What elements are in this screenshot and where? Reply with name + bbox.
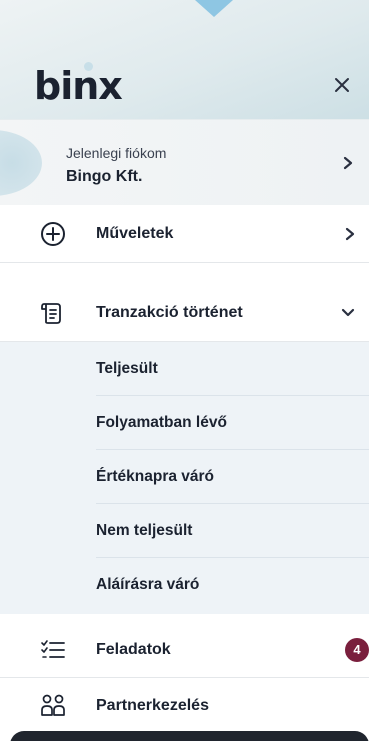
submenu-label: Nem teljesült	[96, 521, 193, 539]
account-name: Bingo Kft.	[66, 168, 143, 185]
menu-label-tranzakcio-tortenet: Tranzakció történet	[96, 303, 243, 321]
account-avatar-arc	[0, 130, 42, 196]
submenu-label: Folyamatban lévő	[96, 413, 227, 431]
chevron-right-icon	[345, 227, 355, 241]
submenu-item-nem-teljesult[interactable]: Nem teljesült	[96, 504, 369, 558]
chevron-right-icon[interactable]	[343, 156, 353, 170]
menu-label-partnerkezeles: Partnerkezelés	[96, 697, 209, 714]
current-account-card[interactable]	[0, 119, 369, 205]
transaction-history-icon	[40, 300, 66, 326]
chevron-down-icon	[341, 308, 355, 318]
submenu-label: Teljesült	[96, 359, 158, 377]
menu-item-tranzakcio-tortenet[interactable]: Tranzakció történet	[0, 284, 369, 342]
transaction-submenu: Teljesült Folyamatban lévő Értéknapra vá…	[0, 342, 369, 614]
task-count-badge: 4	[345, 637, 369, 662]
navigation-drawer: binx Jelenlegi fiókom Bingo Kft. Művelet…	[0, 0, 369, 741]
submenu-label: Értéknapra váró	[96, 467, 215, 485]
submenu-item-teljesult[interactable]: Teljesült	[96, 342, 369, 396]
logo-dot	[84, 62, 93, 71]
account-caption: Jelenlegi fiókom	[66, 145, 167, 161]
close-icon	[335, 78, 349, 92]
partners-icon	[40, 693, 66, 719]
close-button[interactable]	[327, 70, 357, 100]
plus-circle-icon	[40, 221, 66, 247]
submenu-item-alairasra-varo[interactable]: Aláírásra váró	[96, 558, 369, 612]
submenu-item-folyamatban[interactable]: Folyamatban lévő	[96, 396, 369, 450]
menu-label-feladatok: Feladatok	[96, 640, 171, 658]
task-list-icon	[40, 637, 66, 663]
pointer-arrow	[195, 0, 233, 17]
menu-item-feladatok[interactable]: Feladatok 4	[0, 622, 369, 678]
bottom-sheet-edge	[10, 731, 369, 741]
menu-item-partnerkezeles[interactable]: Partnerkezelés	[0, 680, 369, 732]
submenu-label: Aláírásra váró	[96, 576, 200, 593]
submenu-item-erteknapra-varo[interactable]: Értéknapra váró	[96, 450, 369, 504]
menu-label-muveletek: Műveletek	[96, 224, 174, 242]
logo-text: binx	[34, 64, 123, 108]
menu-item-muveletek[interactable]: Műveletek	[0, 205, 369, 263]
